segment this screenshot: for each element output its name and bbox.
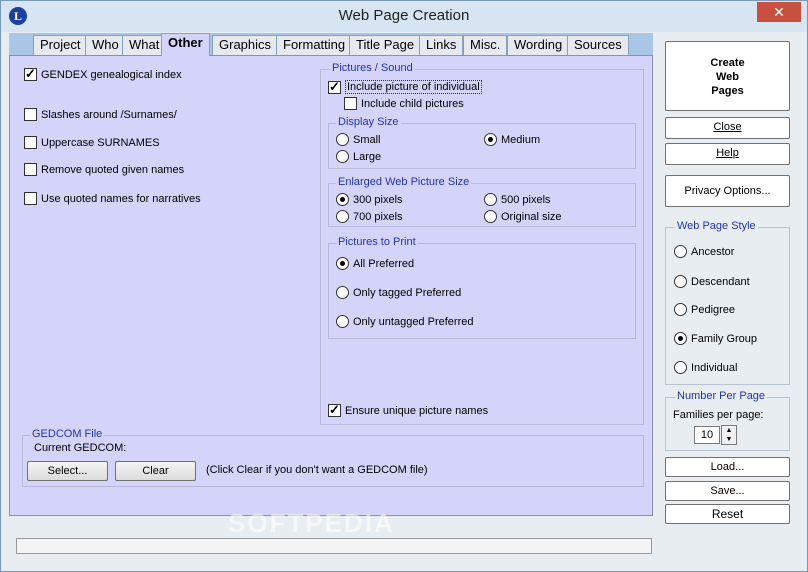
checkbox-label: Include child pictures <box>361 97 464 110</box>
checkbox-label: Uppercase SURNAMES <box>41 136 160 149</box>
radio-label: All Preferred <box>353 257 415 270</box>
radio-label: Only tagged Preferred <box>353 286 462 299</box>
reset-button[interactable]: Reset <box>665 504 790 524</box>
radio-label: 500 pixels <box>501 193 551 206</box>
checkbox-label: GENDEX genealogical index <box>41 68 182 81</box>
print-untagged-preferred-radio[interactable]: Only untagged Preferred <box>336 315 473 328</box>
create-web-pages-button[interactable]: Create Web Pages <box>665 41 790 111</box>
checkbox-label: Include picture of individual <box>345 80 482 94</box>
gendex-checkbox[interactable]: GENDEX genealogical index <box>24 66 182 82</box>
current-gedcom-label: Current GEDCOM: <box>34 442 127 454</box>
tab-other[interactable]: Other <box>161 33 210 56</box>
style-descendant-radio[interactable]: Descendant <box>674 275 750 288</box>
window-title: Web Page Creation <box>338 7 470 24</box>
slashes-surnames-checkbox[interactable]: Slashes around /Surnames/ <box>24 108 177 121</box>
families-per-page-spinner[interactable]: ▲ ▼ <box>721 425 737 445</box>
style-family-group-radio[interactable]: Family Group <box>674 332 757 345</box>
pictures-sound-legend: Pictures / Sound <box>330 62 415 74</box>
tab-project[interactable]: Project <box>33 35 88 55</box>
gedcom-hint-text: (Click Clear if you don't want a GEDCOM … <box>206 464 428 476</box>
radio-label: Pedigree <box>691 303 736 316</box>
checkbox-label: Remove quoted given names <box>41 163 185 176</box>
watermark: SOFTPEDIA <box>228 508 395 538</box>
display-size-small-radio[interactable]: Small <box>336 133 381 146</box>
tab-links[interactable]: Links <box>419 35 464 55</box>
tab-misc[interactable]: Misc. <box>463 35 508 55</box>
include-individual-picture-checkbox[interactable]: Include picture of individual <box>328 79 482 95</box>
enlarged-500-radio[interactable]: 500 pixels <box>484 193 551 206</box>
print-tagged-preferred-radio[interactable]: Only tagged Preferred <box>336 286 461 299</box>
radio-label: Only untagged Preferred <box>353 315 474 328</box>
radio-label: Large <box>353 150 382 163</box>
help-button[interactable]: Help <box>665 143 790 165</box>
help-button-label: Help <box>716 147 739 159</box>
radio-label: Individual <box>691 361 738 374</box>
web-page-creation-window: L Web Page Creation ✕ Project Who What O… <box>0 0 808 572</box>
checkbox-label: Ensure unique picture names <box>345 404 489 417</box>
enlarged-original-radio[interactable]: Original size <box>484 210 562 223</box>
gedcom-clear-button[interactable]: Clear <box>115 461 196 481</box>
include-child-pictures-checkbox[interactable]: Include child pictures <box>344 97 464 110</box>
enlarged-300-radio[interactable]: 300 pixels <box>336 193 403 206</box>
remove-quoted-names-checkbox[interactable]: Remove quoted given names <box>24 163 184 176</box>
save-button[interactable]: Save... <box>665 481 790 501</box>
gedcom-file-legend: GEDCOM File <box>30 428 105 440</box>
gedcom-select-button[interactable]: Select... <box>27 461 108 481</box>
display-size-legend: Display Size <box>336 116 401 128</box>
radio-label: 700 pixels <box>353 210 403 223</box>
close-window-button[interactable]: ✕ <box>757 2 801 22</box>
radio-label: Small <box>353 133 381 146</box>
close-button[interactable]: Close <box>665 117 790 139</box>
uppercase-surnames-checkbox[interactable]: Uppercase SURNAMES <box>24 136 160 149</box>
radio-label: 300 pixels <box>353 193 403 206</box>
enlarged-700-radio[interactable]: 700 pixels <box>336 210 403 223</box>
tab-formatting[interactable]: Formatting <box>276 35 353 55</box>
radio-label: Original size <box>501 210 562 223</box>
display-size-large-radio[interactable]: Large <box>336 150 381 163</box>
spin-up-icon[interactable]: ▲ <box>722 426 736 435</box>
number-per-page-legend: Number Per Page <box>675 390 768 402</box>
families-per-page-input[interactable]: 10 <box>694 426 720 444</box>
spin-down-icon[interactable]: ▼ <box>722 435 736 444</box>
checkbox-label: Use quoted names for narratives <box>41 192 201 205</box>
style-ancestor-radio[interactable]: Ancestor <box>674 245 734 258</box>
checkbox-label: Slashes around /Surnames/ <box>41 108 177 121</box>
style-pedigree-radio[interactable]: Pedigree <box>674 303 735 316</box>
close-button-label: Close <box>713 121 742 133</box>
quoted-names-narratives-checkbox[interactable]: Use quoted names for narratives <box>24 192 201 205</box>
display-size-medium-radio[interactable]: Medium <box>484 133 540 146</box>
style-individual-radio[interactable]: Individual <box>674 361 737 374</box>
print-all-preferred-radio[interactable]: All Preferred <box>336 257 414 270</box>
status-bar <box>16 538 652 554</box>
load-button[interactable]: Load... <box>665 457 790 477</box>
tab-what[interactable]: What <box>122 35 167 55</box>
tab-sources[interactable]: Sources <box>567 35 629 55</box>
pictures-to-print-legend: Pictures to Print <box>336 236 418 248</box>
unique-picture-names-checkbox[interactable]: Ensure unique picture names <box>328 402 489 418</box>
web-page-style-legend: Web Page Style <box>675 220 758 232</box>
other-tab-panel: GENDEX genealogical index Slashes around… <box>9 55 653 538</box>
title-bar: L Web Page Creation ✕ <box>1 1 807 32</box>
radio-label: Ancestor <box>691 245 735 258</box>
enlarged-size-legend: Enlarged Web Picture Size <box>336 176 472 188</box>
privacy-options-button[interactable]: Privacy Options... <box>665 175 790 207</box>
tab-title-page[interactable]: Title Page <box>349 35 422 55</box>
tab-who[interactable]: Who <box>85 35 126 55</box>
radio-label: Medium <box>501 133 541 146</box>
radio-label: Descendant <box>691 275 750 288</box>
tab-graphics[interactable]: Graphics <box>212 35 279 55</box>
radio-label: Family Group <box>691 332 758 345</box>
families-per-page-label: Families per page: <box>673 409 764 421</box>
tab-bar: Project Who What Other Graphics Formatti… <box>9 33 653 56</box>
tab-wording[interactable]: Wording <box>507 35 570 55</box>
